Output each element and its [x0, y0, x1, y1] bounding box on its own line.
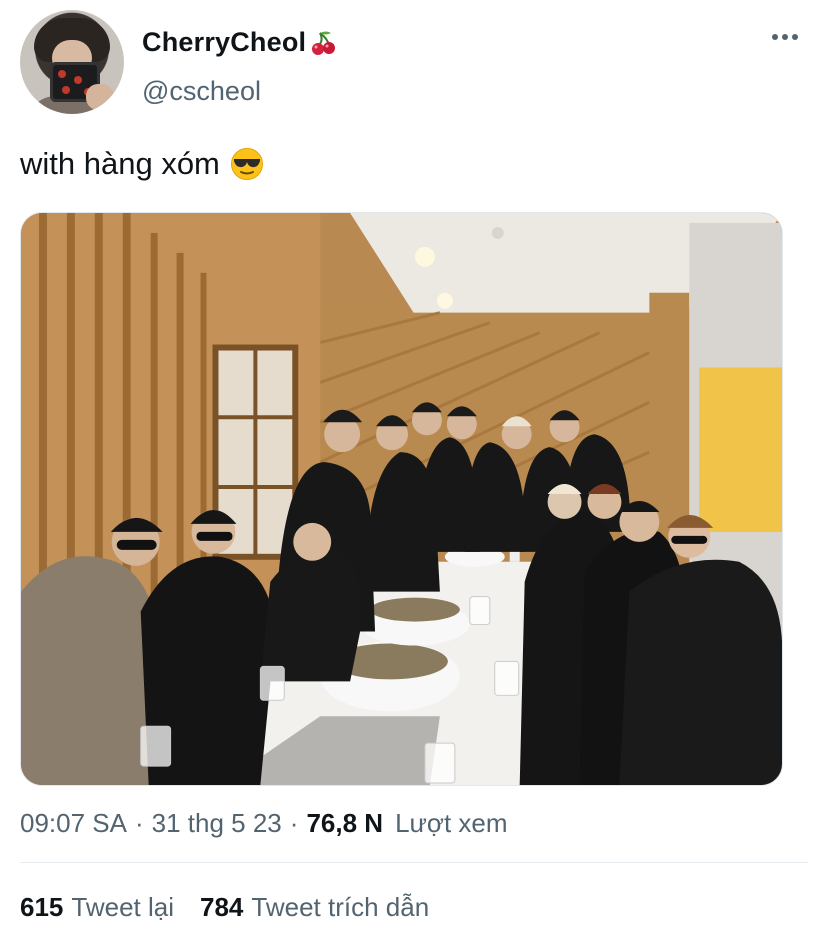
meta-separator-2: · [289, 808, 299, 838]
retweets-stat[interactable]: 615 Tweet lại [20, 892, 174, 923]
meta-separator: · [134, 808, 144, 838]
divider [20, 862, 808, 863]
quotes-stat[interactable]: 784 Tweet trích dẫn [200, 892, 429, 923]
tweet-photo[interactable] [20, 212, 783, 786]
views-label: Lượt xem [395, 808, 508, 838]
handle[interactable]: @cscheol [142, 76, 261, 107]
tweet-meta: 09:07 SA · 31 thg 5 23 · 76,8 N Lượt xem [20, 808, 508, 839]
retweets-count: 615 [20, 892, 64, 922]
retweets-label: Tweet lại [71, 892, 174, 922]
more-options-icon[interactable] [772, 34, 798, 40]
tweet-text: with hàng xóm [20, 144, 264, 184]
tweet-stats: 615 Tweet lại 784 Tweet trích dẫn [20, 892, 429, 923]
quotes-count: 784 [200, 892, 244, 922]
tweet-detail: CherryCheol @cscheol with hàng xóm 09:07… [0, 0, 828, 940]
views-count: 76,8 N [306, 808, 384, 838]
tweet-text-content: with hàng xóm [20, 146, 220, 181]
quotes-label: Tweet trích dẫn [251, 892, 430, 922]
avatar[interactable] [20, 10, 124, 114]
avatar-hand [86, 84, 114, 110]
group-photo [21, 213, 782, 785]
display-name[interactable]: CherryCheol [142, 27, 338, 58]
tweet-time[interactable]: 09:07 SA [20, 808, 127, 839]
display-name-text: CherryCheol [142, 27, 307, 57]
cherry-emoji [312, 31, 336, 55]
sunglasses-emoji [230, 148, 263, 180]
tweet-date[interactable]: 31 thg 5 23 [152, 808, 282, 839]
